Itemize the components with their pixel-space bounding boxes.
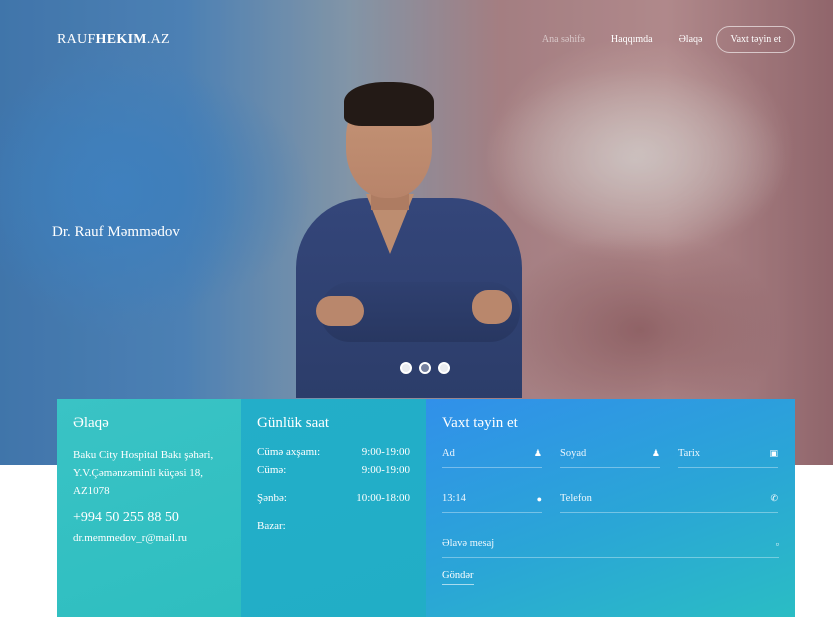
contact-title: Əlaqə [73,415,109,431]
hours-day: Bazar: [257,520,286,532]
doctor-hand-right [472,290,512,324]
logo-part1: RAUF [57,32,96,47]
comment-icon: ▫ [775,538,779,549]
hours-day: Cümə axşamı: [257,446,321,458]
name-placeholder: Ad [442,448,455,459]
form-row: Əlavə mesaj ▫ [442,530,779,558]
contact-email[interactable]: dr.memmedov_r@mail.ru [73,532,225,544]
address-line-2: Y.V.Çəmənzəminli küçəsi 18, [73,467,204,479]
form-row: Ad ♟ Soyad ♟ Tarix ▣ [442,440,779,468]
appointment-panel: Vaxt təyin et Ad ♟ Soyad ♟ Tarix ▣ 13:14… [426,399,795,617]
nav-item-about[interactable]: Haqqımda [611,34,653,45]
slider-dot-2[interactable] [419,362,431,374]
contact-panel: Əlaqə Baku City Hospital Bakı şəhəri, Y.… [57,399,241,617]
hours-day: Cümə: [257,464,287,476]
hours-list: Cümə axşamı: 9:00-19:00 Cümə: 9:00-19:00… [257,446,410,538]
hours-panel: Günlük saat Cümə axşamı: 9:00-19:00 Cümə… [241,399,426,617]
user-icon: ♟ [651,448,660,458]
hours-time: 10:00-18:00 [356,492,410,504]
address-line-3: AZ1078 [73,485,110,497]
name-input[interactable]: Ad ♟ [442,440,542,468]
logo-part3: .AZ [146,32,170,47]
phone-placeholder: Telefon [560,493,592,504]
contact-address: Baku City Hospital Bakı şəhəri, Y.V.Çəmə… [73,446,225,500]
hours-time: 9:00-19:00 [361,464,410,476]
time-value: 13:14 [442,493,466,504]
hours-time: 9:00-19:00 [361,446,410,458]
hours-row: Cümə: 9:00-19:00 [257,464,410,482]
nav-item-home[interactable]: Ana səhifə [542,34,585,45]
logo-part2: HEKIM [95,32,147,47]
doctor-photo [296,82,522,398]
contact-phone[interactable]: +994 50 255 88 50 [73,510,225,526]
time-input[interactable]: 13:14 ● [442,485,542,513]
phone-icon: ✆ [770,493,778,503]
doctor-name: Dr. Rauf Məmmədov [52,224,180,240]
hours-row: Şənbə: 10:00-18:00 [257,492,410,510]
slider-dot-3[interactable] [438,362,450,374]
calendar-icon: ▣ [769,448,778,458]
doctor-hair [344,82,434,126]
message-input[interactable]: Əlavə mesaj ▫ [442,530,779,558]
appointment-title: Vaxt təyin et [442,415,518,431]
hours-row: Cümə axşamı: 9:00-19:00 [257,446,410,464]
doctor-hand-left [316,296,364,326]
date-input[interactable]: Tarix ▣ [678,440,778,468]
user-icon: ♟ [533,448,542,458]
surname-placeholder: Soyad [560,448,587,459]
nav-item-contact[interactable]: Əlaqə [679,34,703,45]
hours-day: Şənbə: [257,492,287,504]
appointment-button[interactable]: Vaxt təyin et [716,26,795,53]
phone-input[interactable]: Telefon ✆ [560,485,778,513]
site-logo[interactable]: RAUFHEKIM.AZ [57,32,170,48]
address-line-1: Baku City Hospital Bakı şəhəri, [73,449,214,461]
hours-row: Bazar: [257,520,410,538]
form-row: 13:14 ● Telefon ✆ [442,485,779,513]
message-placeholder: Əlavə mesaj [442,538,495,549]
submit-button[interactable]: Göndər [442,570,474,585]
main-nav: Ana səhifə Haqqımda Əlaqə Vaxt təyin et [542,26,795,53]
surname-input[interactable]: Soyad ♟ [560,440,660,468]
slider-dots [400,362,450,374]
clock-icon: ● [536,493,542,504]
date-placeholder: Tarix [678,448,701,459]
hero-banner: RAUFHEKIM.AZ Ana səhifə Haqqımda Əlaqə V… [0,0,833,465]
slider-dot-1[interactable] [400,362,412,374]
hours-title: Günlük saat [257,415,330,431]
